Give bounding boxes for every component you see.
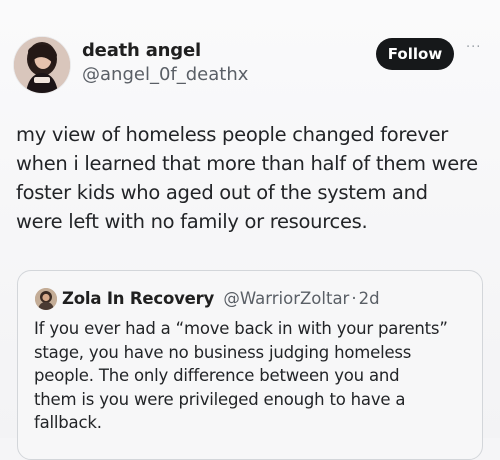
quoted-text-line: If you ever had a “move back in with you… bbox=[34, 319, 448, 338]
tweet-text-line: were left with no family or resources. bbox=[16, 210, 368, 233]
quoted-text-line: fallback. bbox=[34, 413, 102, 432]
separator-dot: · bbox=[351, 289, 357, 308]
quoted-text-line: people. The only difference between you … bbox=[34, 366, 400, 385]
ellipsis-icon[interactable]: ··· bbox=[466, 41, 488, 58]
tweet-text: my view of homeless people changed forev… bbox=[16, 120, 486, 236]
quoted-author-handle[interactable]: @WarriorZoltar bbox=[223, 289, 349, 308]
tweet-card: death angel @angel_0f_deathx Follow ··· … bbox=[0, 0, 500, 460]
author-display-name[interactable]: death angel bbox=[82, 40, 201, 61]
tweet-text-line: when i learned that more than half of th… bbox=[16, 152, 478, 175]
quoted-author-avatar[interactable] bbox=[35, 288, 57, 310]
quoted-tweet-header: Zola In Recovery @WarriorZoltar · 2d bbox=[62, 287, 380, 311]
quoted-tweet-text: If you ever had a “move back in with you… bbox=[34, 317, 474, 435]
tweet-text-line: foster kids who aged out of the system a… bbox=[16, 181, 428, 204]
tweet-text-line: my view of homeless people changed forev… bbox=[16, 123, 449, 146]
author-handle[interactable]: @angel_0f_deathx bbox=[82, 64, 248, 85]
quoted-timestamp[interactable]: 2d bbox=[359, 289, 380, 308]
quoted-author-display-name[interactable]: Zola In Recovery bbox=[62, 289, 214, 308]
quoted-tweet[interactable]: Zola In Recovery @WarriorZoltar · 2d If yo… bbox=[17, 270, 483, 460]
quoted-text-line: them is you were privileged enough to ha… bbox=[34, 389, 406, 409]
author-avatar[interactable] bbox=[14, 37, 70, 93]
follow-button[interactable]: Follow bbox=[376, 38, 454, 70]
quoted-text-line: stage, you have no business judging home… bbox=[34, 342, 412, 362]
